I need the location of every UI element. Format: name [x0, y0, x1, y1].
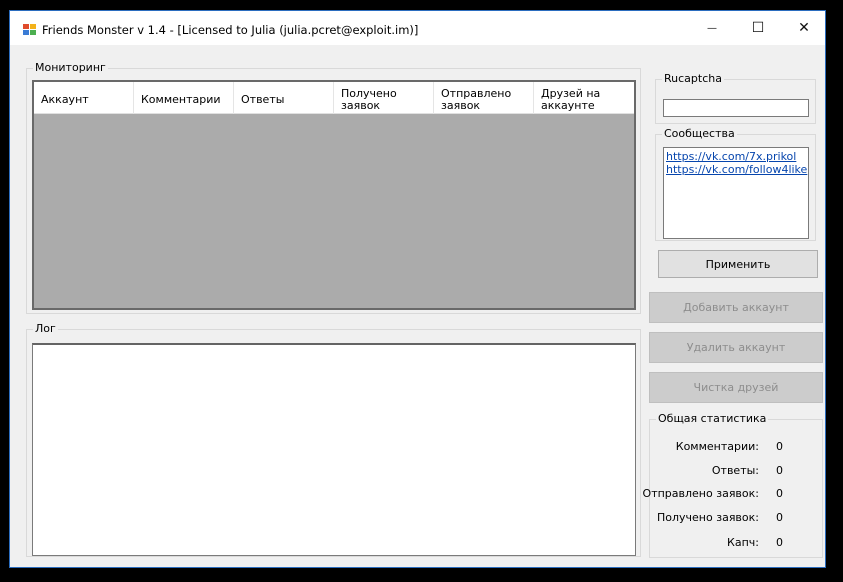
rucaptcha-legend: Rucaptcha: [662, 72, 724, 85]
stat-comments-label: Комментарии:: [675, 440, 759, 453]
stat-captcha-value: 0: [776, 536, 783, 549]
rucaptcha-group: Rucaptcha: [655, 72, 816, 124]
clean-friends-button[interactable]: Чистка друзей: [649, 372, 823, 403]
stat-captcha-label: Капч:: [727, 536, 759, 549]
column-header-comments[interactable]: Комментарии: [134, 82, 234, 114]
stats-legend: Общая статистика: [656, 412, 769, 425]
app-window: Friends Monster v 1.4 - [Licensed to Jul…: [9, 10, 826, 568]
column-header-account[interactable]: Аккаунт: [34, 82, 134, 114]
close-button[interactable]: ✕: [781, 11, 827, 45]
add-account-button[interactable]: Добавить аккаунт: [649, 292, 823, 323]
community-link[interactable]: https://vk.com/7x.prikol: [666, 150, 806, 163]
column-header-received-requests[interactable]: Получено заявок: [334, 82, 434, 114]
close-icon: ✕: [798, 20, 810, 36]
title-bar[interactable]: Friends Monster v 1.4 - [Licensed to Jul…: [10, 11, 825, 45]
window-title: Friends Monster v 1.4 - [Licensed to Jul…: [42, 23, 419, 37]
column-header-replies[interactable]: Ответы: [234, 82, 334, 114]
maximize-button[interactable]: ☐: [735, 11, 781, 45]
remove-account-button[interactable]: Удалить аккаунт: [649, 332, 823, 363]
column-header-friends-on-account[interactable]: Друзей на аккаунте: [534, 82, 634, 114]
community-link[interactable]: https://vk.com/follow4like: [666, 163, 807, 176]
stat-sent-value: 0: [776, 487, 783, 500]
column-header-sent-requests[interactable]: Отправлено заявок: [434, 82, 534, 114]
minimize-button[interactable]: —: [689, 11, 735, 45]
communities-legend: Сообщества: [662, 127, 737, 140]
stats-group: Общая статистика Комментарии: 0 Ответы: …: [643, 412, 823, 558]
apply-button[interactable]: Применить: [658, 250, 818, 278]
monitoring-group: Мониторинг Аккаунт Комментарии Ответы По…: [26, 61, 641, 314]
communities-group: Сообщества https://vk.com/7x.prikol http…: [655, 127, 816, 241]
monitoring-legend: Мониторинг: [33, 61, 108, 74]
communities-list[interactable]: https://vk.com/7x.prikol https://vk.com/…: [663, 147, 809, 239]
stat-sent-label: Отправлено заявок:: [642, 487, 759, 500]
log-legend: Лог: [33, 322, 58, 335]
monitoring-table[interactable]: Аккаунт Комментарии Ответы Получено заяв…: [32, 80, 636, 310]
app-icon: [23, 24, 37, 36]
stat-received-value: 0: [776, 511, 783, 524]
maximize-icon: ☐: [751, 20, 765, 36]
log-group: Лог: [26, 322, 641, 557]
stat-received-label: Получено заявок:: [657, 511, 759, 524]
stat-replies-value: 0: [776, 464, 783, 477]
minimize-icon: —: [707, 22, 717, 34]
stat-comments-value: 0: [776, 440, 783, 453]
rucaptcha-key-input[interactable]: [663, 99, 809, 117]
stat-replies-label: Ответы:: [711, 464, 759, 477]
log-textbox[interactable]: [32, 343, 636, 556]
table-header: Аккаунт Комментарии Ответы Получено заяв…: [34, 82, 634, 114]
